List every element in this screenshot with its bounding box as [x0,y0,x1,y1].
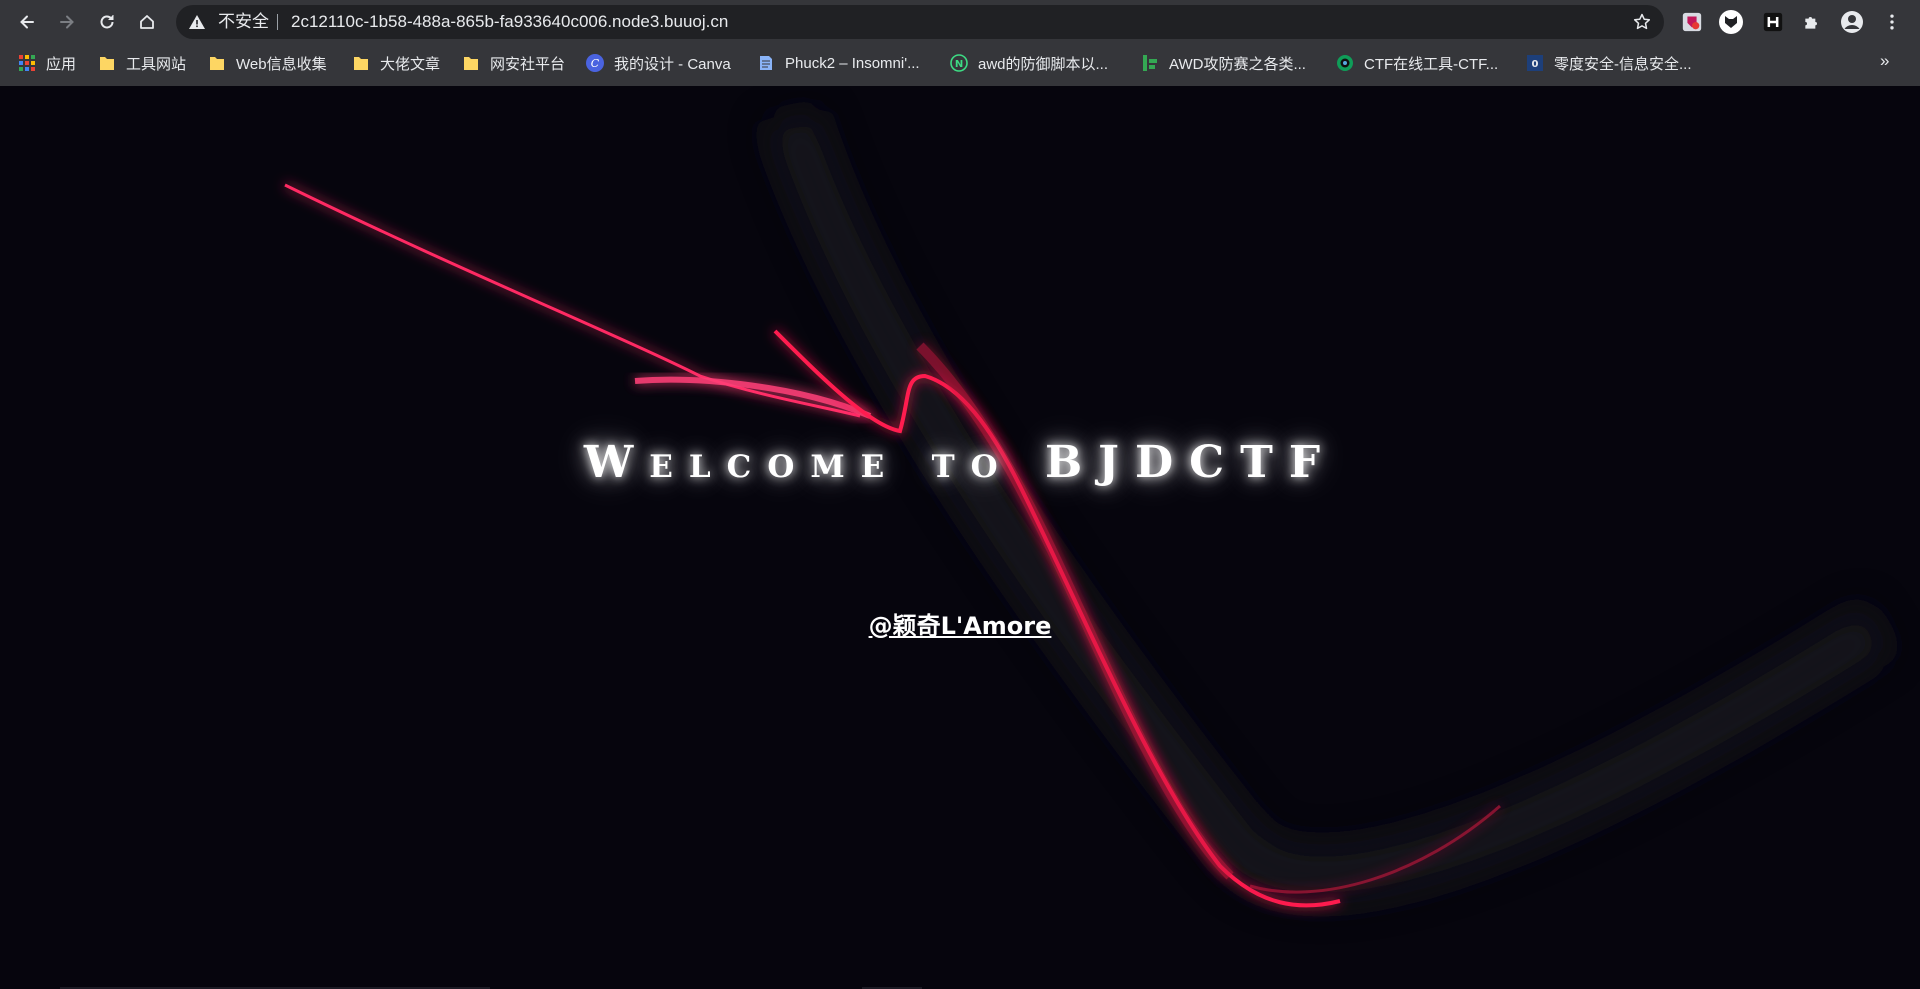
bookmark-label: Web信息收集 [236,55,327,73]
browser-menu-button[interactable] [1880,10,1904,34]
bookmark-ctf-tools[interactable]: CTF在线工具-CTF... [1336,51,1498,75]
profile-button[interactable] [1840,10,1864,34]
reload-icon [100,15,114,29]
bookmark-label: CTF在线工具-CTF... [1364,55,1499,73]
bookmark-canva[interactable]: C 我的设计 - Canva [586,51,731,75]
arrow-left-icon [20,15,34,29]
zero-logo-icon: 0 [1527,55,1543,71]
author-link[interactable]: @颖奇L'Amore [869,612,1052,640]
bookmark-label: 我的设计 - Canva [614,55,731,73]
arrow-right-icon [60,15,74,29]
shield-extension-icon [1682,12,1702,32]
red-light-ribbon [284,106,1897,908]
bookmark-phuck2[interactable]: Phuck2 – Insomni'... [757,51,920,75]
bookmark-awd-attack[interactable]: AWD攻防赛之各类... [1141,51,1306,75]
bookmark-awd-defense[interactable]: N awd的防御脚本以... [950,51,1108,75]
omnibox-divider [277,14,278,30]
bookmarks-overflow-button[interactable]: » [1880,51,1889,71]
svg-text:N: N [955,59,963,70]
home-icon [140,15,154,29]
apps-grid-icon [19,55,35,71]
bookmarks-bar: 应用 工具网站 Web信息收集 大佬文章 网安社平台 C 我的设计 - Canv… [0,44,1920,82]
folder-icon [464,57,478,70]
author-container: @颖奇L'Amore [0,606,1920,641]
bookmark-star-icon[interactable] [1632,12,1652,32]
svg-text:C: C [591,57,600,70]
extensions-button[interactable] [1800,10,1824,34]
home-button[interactable] [131,6,163,38]
bookmark-folder-tools[interactable]: 工具网站 [98,51,186,75]
bookmark-label: 零度安全-信息安全... [1554,55,1692,73]
extension-h[interactable] [1761,10,1785,34]
bookmark-label: 网安社平台 [490,55,566,73]
reload-button[interactable] [91,6,123,38]
forward-button[interactable] [51,6,83,38]
welcome-heading: Welcome to BJDCTF [583,437,1337,488]
camera-icon [1337,55,1353,71]
page-viewport: Welcome to BJDCTF @颖奇L'Amore [0,86,1920,989]
bookmark-label: Phuck2 – Insomni'... [785,54,920,72]
browser-toolbar: 不安全 2c12110c-1b58-488a-865b-fa933640c006… [0,0,1920,44]
canva-icon: C [586,54,604,72]
extension-fox[interactable] [1719,10,1743,34]
n-circle-icon: N [950,54,968,72]
green-bars-icon [1143,55,1157,71]
bookmark-label: 工具网站 [126,55,187,73]
security-status[interactable]: 不安全 [218,5,269,39]
url-text[interactable]: 2c12110c-1b58-488a-865b-fa933640c006.nod… [291,5,728,39]
bookmark-folder-web-info[interactable]: Web信息收集 [208,51,327,75]
warning-icon [189,15,205,29]
bookmark-apps[interactable]: 应用 [18,51,76,75]
more-vertical-icon [1890,14,1894,30]
fox-extension-icon [1719,10,1743,34]
page-icon [760,56,772,70]
extension-shield[interactable] [1680,10,1704,34]
folder-icon [210,57,224,70]
bookmark-folder-articles[interactable]: 大佬文章 [352,51,440,75]
bookmark-label: 大佬文章 [380,55,441,73]
h-extension-icon [1763,12,1783,32]
back-button[interactable] [11,6,43,38]
svg-text:0: 0 [1532,59,1539,70]
bookmark-zero-security[interactable]: 0 零度安全-信息安全... [1526,51,1692,75]
puzzle-icon [1805,17,1817,29]
bookmark-label: AWD攻防赛之各类... [1169,55,1306,73]
account-circle-icon [1841,11,1863,33]
bookmark-folder-platform[interactable]: 网安社平台 [462,51,565,75]
bookmark-label: 应用 [46,55,77,73]
address-bar[interactable]: 不安全 2c12110c-1b58-488a-865b-fa933640c006… [176,5,1664,39]
bookmark-label: awd的防御脚本以... [978,55,1109,73]
folder-icon [354,57,368,70]
folder-icon [100,57,114,70]
browser-chrome: 不安全 2c12110c-1b58-488a-865b-fa933640c006… [0,0,1920,86]
